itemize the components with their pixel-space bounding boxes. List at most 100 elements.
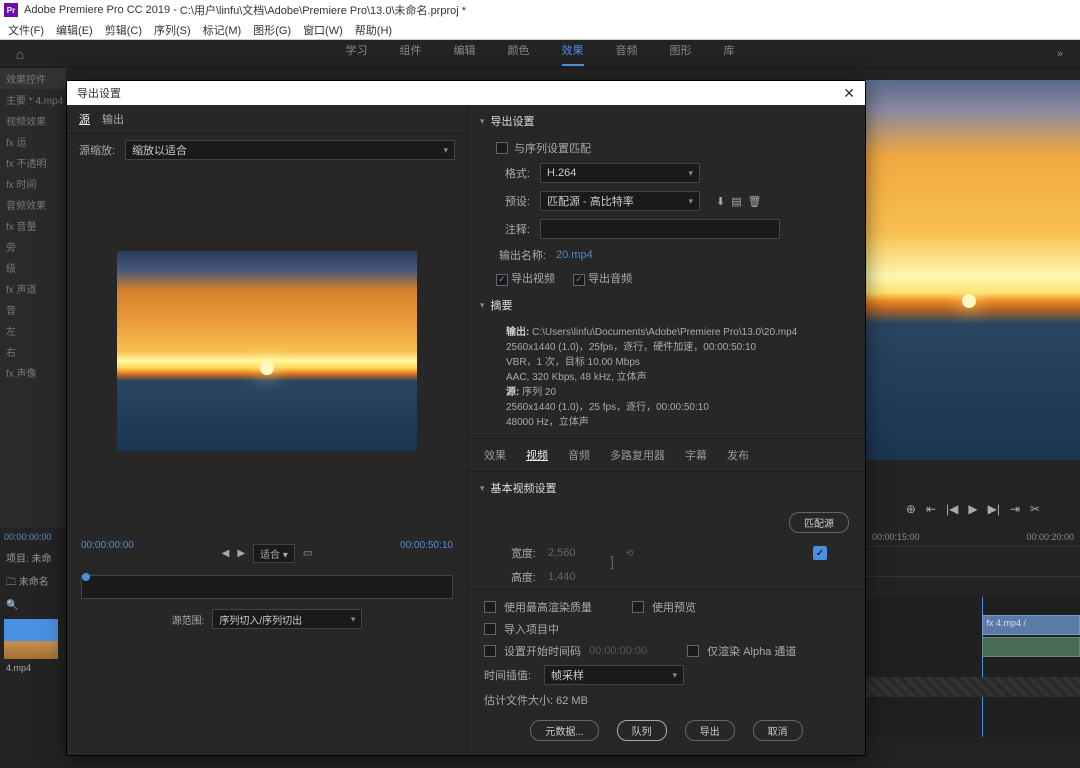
- output-name-link[interactable]: 20.mp4: [556, 249, 593, 261]
- play-icon[interactable]: ▶: [237, 548, 245, 559]
- comment-input[interactable]: [540, 219, 780, 239]
- ws-tab-learn[interactable]: 学习: [346, 42, 368, 66]
- project-thumbnail[interactable]: [4, 619, 58, 659]
- preset-dropdown[interactable]: 匹配源 - 高比特率▾: [540, 191, 700, 211]
- menu-edit[interactable]: 编辑(E): [56, 22, 93, 38]
- menu-sequence[interactable]: 序列(S): [154, 22, 191, 38]
- ws-overflow-icon[interactable]: »: [1040, 48, 1080, 60]
- menu-window[interactable]: 窗口(W): [303, 22, 343, 38]
- delete-preset-icon[interactable]: 🗑: [748, 195, 762, 208]
- range-slider[interactable]: [81, 575, 453, 599]
- tab-publish[interactable]: 发布: [727, 447, 749, 463]
- twirl-icon[interactable]: ▾: [480, 483, 485, 494]
- tab-audio[interactable]: 音频: [568, 447, 590, 463]
- format-dropdown[interactable]: H.264▾: [540, 163, 700, 183]
- goto-in-icon[interactable]: ⇤: [926, 502, 936, 516]
- twirl-icon[interactable]: ▾: [480, 116, 485, 127]
- cancel-button[interactable]: 取消: [753, 720, 803, 741]
- fit-dropdown[interactable]: 适合 ▾: [253, 544, 295, 563]
- match-sequence-label: 与序列设置匹配: [514, 140, 591, 156]
- ws-tab-effects[interactable]: 效果: [562, 42, 584, 66]
- match-width-toggle[interactable]: ✓: [813, 546, 827, 560]
- step-fwd-icon[interactable]: ▶|: [988, 502, 1000, 516]
- time-interp-dropdown[interactable]: 帧采样▾: [544, 665, 684, 685]
- ws-tab-audio[interactable]: 音频: [616, 42, 638, 66]
- source-range-label: 源范围:: [172, 612, 205, 627]
- audio-clip[interactable]: [982, 637, 1080, 657]
- prev-frame-icon[interactable]: ◀: [222, 548, 230, 559]
- timeline-tracks[interactable]: fx 4.mp4 /: [866, 597, 1080, 737]
- export-audio-checkbox[interactable]: ✓: [573, 274, 585, 286]
- import-preset-icon[interactable]: ▤: [731, 195, 741, 208]
- summary-block: 输出: C:\Users\linfu\Documents\Adobe\Premi…: [468, 321, 865, 438]
- max-quality-checkbox[interactable]: [484, 601, 496, 613]
- program-monitor[interactable]: [866, 80, 1080, 460]
- export-frame-icon[interactable]: ✂: [1030, 502, 1040, 516]
- height-value[interactable]: 1,440: [548, 571, 598, 583]
- project-panel: 00:00:00:00 项目: 未命 🗀 未命名 🔍 4.mp4: [0, 528, 66, 768]
- import-project-checkbox[interactable]: [484, 623, 496, 635]
- ws-tab-color[interactable]: 颜色: [508, 42, 530, 66]
- in-timecode[interactable]: 00:00:00:00: [81, 540, 134, 567]
- height-label: 高度:: [496, 569, 536, 585]
- goto-out-icon[interactable]: ⇥: [1010, 502, 1020, 516]
- dialog-bottom: 使用最高渲染质量 使用预览 导入项目中 设置开始时间码 00:00:00:00: [468, 589, 865, 755]
- tab-effects[interactable]: 效果: [484, 447, 506, 463]
- ws-tab-graphics[interactable]: 图形: [670, 42, 692, 66]
- master-clip: 主要 * 4.mp4: [0, 89, 66, 110]
- source-range-dropdown[interactable]: 序列切入/序列切出▾: [212, 609, 362, 629]
- project-bin-icon[interactable]: 🗀 未命名: [0, 569, 66, 596]
- menu-graphics[interactable]: 图形(G): [253, 22, 291, 38]
- match-source-button[interactable]: 匹配源: [789, 512, 849, 533]
- export-video-checkbox[interactable]: ✓: [496, 274, 508, 286]
- play-icon[interactable]: ▶: [968, 502, 977, 516]
- source-preview-image[interactable]: [117, 251, 417, 451]
- tab-multiplexer[interactable]: 多路复用器: [610, 447, 665, 463]
- metadata-button[interactable]: 元数据...: [530, 720, 598, 741]
- menu-help[interactable]: 帮助(H): [355, 22, 392, 38]
- close-icon[interactable]: ✕: [843, 85, 855, 102]
- summary-header: 摘要: [491, 297, 513, 313]
- settings-tabs: 效果 视频 音频 多路复用器 字幕 发布: [468, 438, 865, 472]
- preset-label: 预设:: [496, 193, 530, 209]
- ws-tab-library[interactable]: 库: [724, 42, 735, 66]
- project-tab[interactable]: 项目: 未命: [0, 546, 66, 569]
- source-scale-dropdown[interactable]: 缩放以适合▾: [125, 140, 455, 160]
- alpha-only-checkbox[interactable]: [687, 645, 699, 657]
- tab-output[interactable]: 输出: [102, 111, 124, 127]
- video-clip[interactable]: fx 4.mp4 /: [982, 615, 1080, 635]
- add-marker-icon[interactable]: ⊕: [906, 502, 916, 516]
- start-timecode-checkbox[interactable]: [484, 645, 496, 657]
- width-label: 宽度:: [496, 545, 536, 561]
- twirl-icon[interactable]: ▾: [480, 300, 485, 311]
- save-preset-icon[interactable]: ⬇: [716, 195, 725, 208]
- queue-button[interactable]: 队列: [617, 720, 667, 741]
- step-back-icon[interactable]: |◀: [946, 502, 958, 516]
- basic-video-header: 基本视频设置: [491, 480, 557, 496]
- aspect-icon[interactable]: ▭: [303, 548, 312, 559]
- width-value[interactable]: 2,560: [548, 547, 598, 559]
- menu-marker[interactable]: 标记(M): [203, 22, 242, 38]
- dialog-title: 导出设置: [77, 85, 121, 101]
- menubar[interactable]: 文件(F) 编辑(E) 剪辑(C) 序列(S) 标记(M) 图形(G) 窗口(W…: [0, 20, 1080, 40]
- ws-tab-editing[interactable]: 编辑: [454, 42, 476, 66]
- link-icon[interactable]: ]: [610, 553, 614, 569]
- tab-video[interactable]: 视频: [526, 447, 548, 463]
- export-settings-header: 导出设置: [491, 113, 535, 129]
- workspace-tabs: ⌂ 学习 组件 编辑 颜色 效果 音频 图形 库 »: [0, 40, 1080, 68]
- timeline-ruler[interactable]: 00:00:15:00 00:00:20:00: [866, 528, 1080, 547]
- locked-track: [866, 677, 1080, 697]
- menu-clip[interactable]: 剪辑(C): [105, 22, 142, 38]
- menu-file[interactable]: 文件(F): [8, 22, 44, 38]
- home-icon[interactable]: ⌂: [0, 46, 40, 62]
- tab-source[interactable]: 源: [79, 111, 90, 127]
- tab-captions[interactable]: 字幕: [685, 447, 707, 463]
- playhead-handle[interactable]: [82, 573, 90, 581]
- export-button[interactable]: 导出: [685, 720, 735, 741]
- use-preview-checkbox[interactable]: [632, 601, 644, 613]
- export-settings-panel: ▾导出设置 与序列设置匹配 格式: H.264▾ 预设: 匹配源 - 高比特率▾…: [467, 105, 865, 755]
- search-icon[interactable]: 🔍: [0, 596, 66, 615]
- match-sequence-checkbox[interactable]: [496, 142, 508, 154]
- ws-tab-assembly[interactable]: 组件: [400, 42, 422, 66]
- out-timecode[interactable]: 00:00:50:10: [400, 540, 453, 567]
